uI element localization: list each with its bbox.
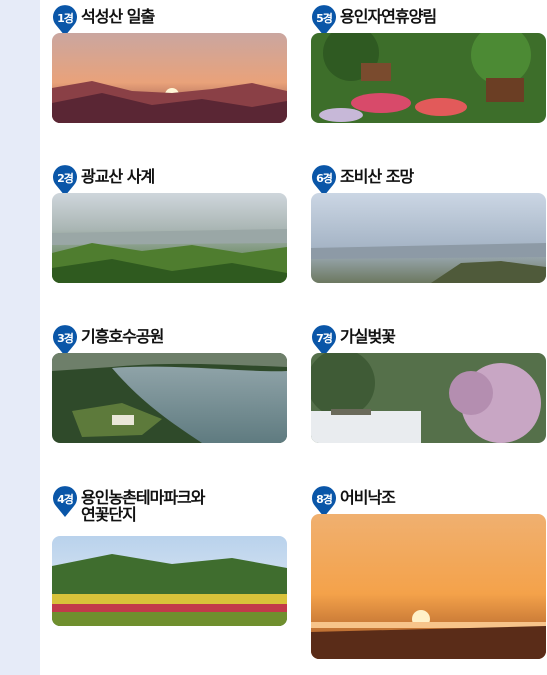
scenery-title: 용인농촌테마파크와 연꽃단지 <box>81 488 205 524</box>
scenery-photo <box>52 353 287 443</box>
scenery-card-8[interactable]: 8경 어비낙조 <box>311 483 546 659</box>
scenery-photo <box>311 193 546 283</box>
scenery-card-3[interactable]: 3경 기흥호수공원 <box>52 322 287 443</box>
left-side-panel <box>0 0 40 675</box>
scenery-title: 어비낙조 <box>340 488 396 507</box>
scenery-photo <box>311 514 546 659</box>
scenery-title: 가실벚꽃 <box>340 327 396 346</box>
scenery-card-6[interactable]: 6경 조비산 조망 <box>311 162 546 283</box>
scenery-card-7[interactable]: 7경 가실벚꽃 <box>311 322 546 443</box>
scenery-photo <box>311 33 546 123</box>
scenery-card-1[interactable]: 1경 석성산 일출 <box>52 2 287 123</box>
scenery-title: 광교산 사계 <box>81 167 155 186</box>
location-pin-icon: 4경 <box>52 486 78 518</box>
scenery-title: 조비산 조망 <box>340 167 414 186</box>
scenery-photo <box>311 353 546 443</box>
scenery-title: 석성산 일출 <box>81 7 155 26</box>
scenery-card-4[interactable]: 4경 용인농촌테마파크와 연꽃단지 <box>52 483 287 626</box>
scenery-title: 기흥호수공원 <box>81 327 164 346</box>
scenery-card-2[interactable]: 2경 광교산 사계 <box>52 162 287 283</box>
scenery-photo <box>52 536 287 626</box>
scenery-photo <box>52 33 287 123</box>
scenery-card-5[interactable]: 5경 용인자연휴양림 <box>311 2 546 123</box>
scenery-title: 용인자연휴양림 <box>340 7 437 26</box>
scenery-photo <box>52 193 287 283</box>
